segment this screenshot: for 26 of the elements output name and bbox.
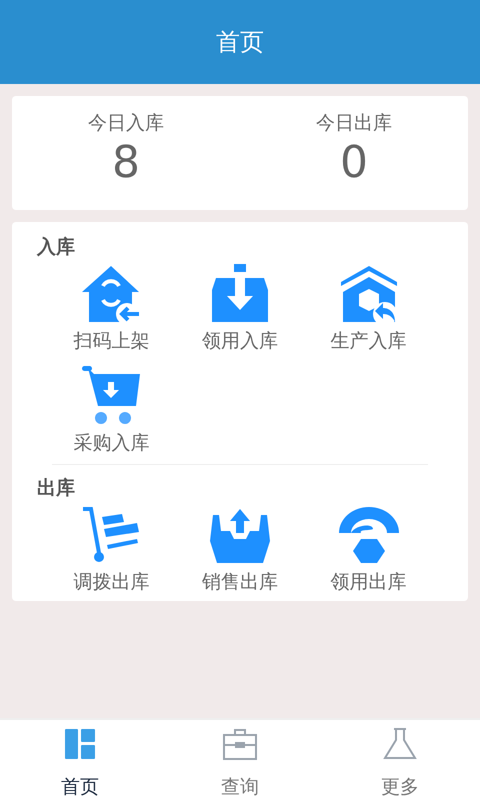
menu-item-label[interactable]: 领用出库 — [330, 569, 407, 595]
stat-label: 今日入库 — [88, 111, 164, 136]
box-down-arrow-icon[interactable] — [210, 264, 270, 324]
menu-item-label[interactable]: 销售出库 — [202, 569, 278, 595]
menu-item-label[interactable]: 采购入库 — [73, 430, 150, 456]
tab[interactable]: 更多 — [320, 720, 480, 800]
tab[interactable]: 首页 — [0, 720, 160, 800]
hand-truck-icon[interactable] — [81, 505, 142, 565]
section-title: 入库 — [37, 235, 76, 260]
stat-value: 0 — [340, 136, 368, 190]
hand-hexagon-icon[interactable] — [338, 505, 399, 565]
section-title: 出库 — [37, 476, 76, 501]
briefcase-icon — [222, 726, 258, 762]
flask-icon — [382, 726, 418, 762]
menu-item-label[interactable]: 领用入库 — [202, 328, 278, 354]
menu-item-label[interactable]: 生产入库 — [330, 328, 407, 354]
menu-item-label[interactable]: 调拨出库 — [73, 569, 150, 595]
page-title: 首页 — [216, 27, 264, 58]
stat-label: 今日出库 — [316, 111, 392, 136]
tab[interactable]: 查询 — [160, 720, 320, 800]
house-cube-icon[interactable] — [338, 264, 399, 324]
grid-icon — [62, 726, 98, 762]
stat-value: 8 — [112, 136, 140, 190]
menu-item-label[interactable]: 扫码上架 — [73, 328, 150, 354]
house-refresh-icon[interactable] — [81, 264, 142, 324]
cart-icon[interactable] — [81, 366, 142, 426]
